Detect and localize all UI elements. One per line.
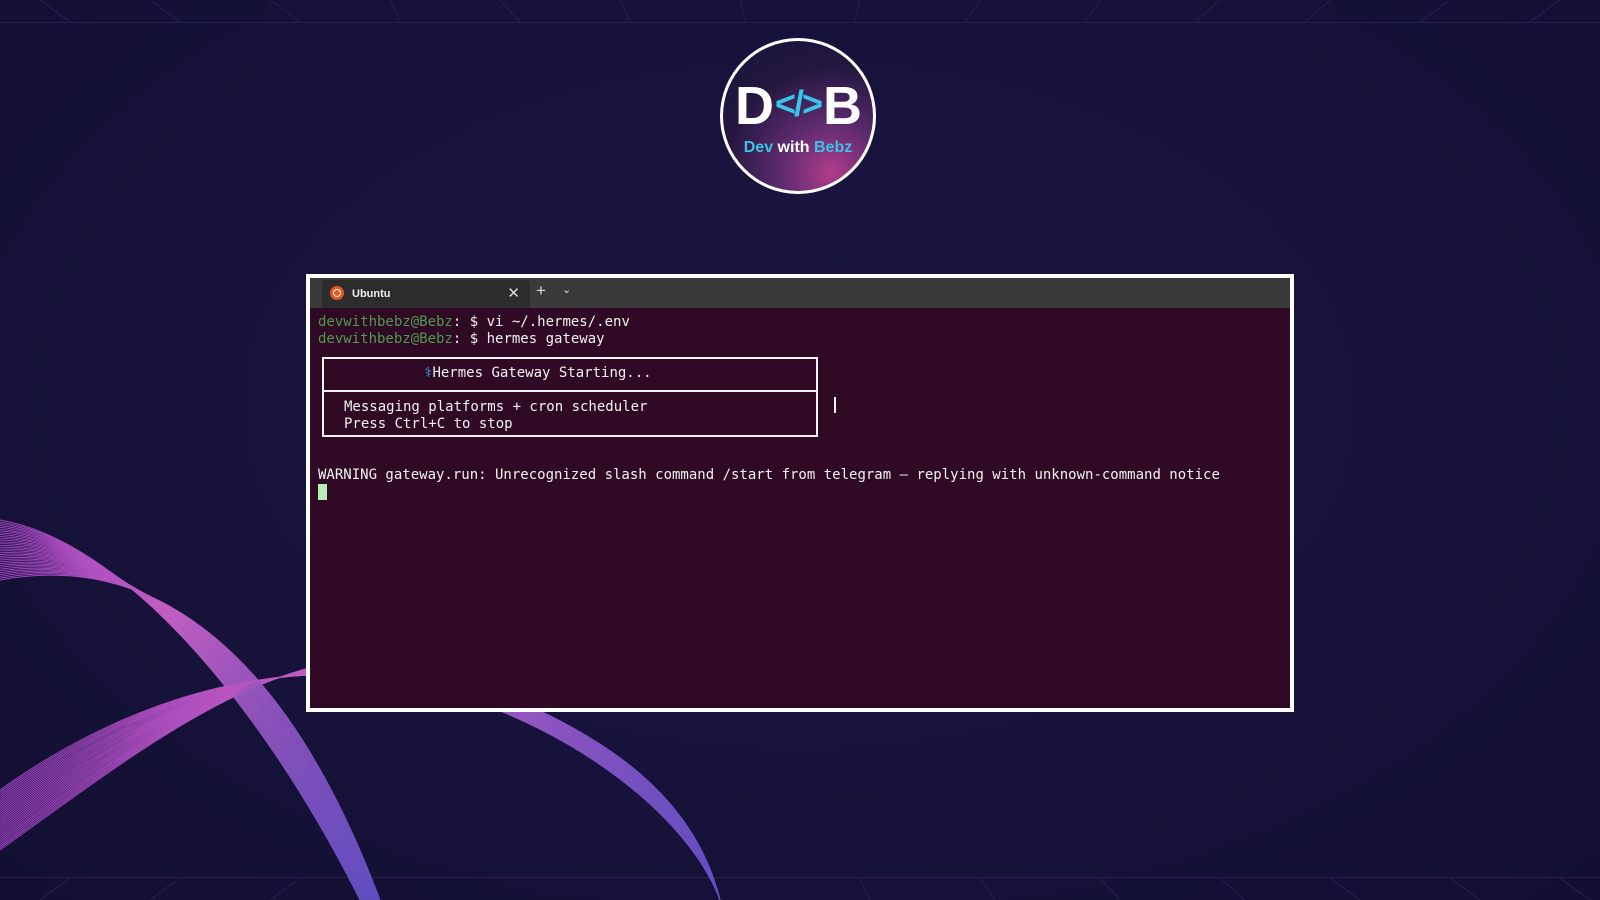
- banner-line: Messaging platforms + cron scheduler: [344, 399, 648, 415]
- render-artifact: [816, 364, 818, 380]
- logo-wordmark: Dev with Bebz: [743, 139, 853, 156]
- terminal-window[interactable]: Ubuntu ✕ + ⌄ devwithbebz@Bebz: $ vi ~/.h…: [306, 274, 1294, 712]
- terminal-cursor: [318, 484, 327, 500]
- top-decorative-stripe: [0, 0, 1600, 23]
- chevron-down-icon[interactable]: ⌄: [562, 283, 571, 296]
- terminal-output[interactable]: devwithbebz@Bebz: $ vi ~/.hermes/.env de…: [318, 314, 1282, 700]
- ubuntu-icon: [330, 286, 344, 300]
- banner-title: Hermes Gateway Starting...: [432, 365, 652, 381]
- banner-line: Press Ctrl+C to stop: [344, 415, 513, 432]
- warning-line: WARNING gateway.run: Unrecognized slash …: [318, 467, 1220, 483]
- tab-title: Ubuntu: [352, 288, 391, 300]
- new-tab-button[interactable]: +: [536, 281, 546, 301]
- terminal-titlebar: Ubuntu ✕ + ⌄: [310, 278, 1290, 308]
- logo-monogram: D</>B: [734, 76, 862, 136]
- command-line: devwithbebz@Bebz: $ vi ~/.hermes/.env: [318, 314, 630, 330]
- tab-ubuntu[interactable]: Ubuntu ✕: [322, 280, 530, 308]
- close-tab-icon[interactable]: ✕: [507, 284, 520, 302]
- code-brackets-icon: </>: [774, 83, 823, 124]
- gateway-banner: ⚕Hermes Gateway Starting... Messaging pl…: [322, 357, 836, 437]
- render-artifact: [834, 397, 836, 413]
- command-line: devwithbebz@Bebz: $ hermes gateway: [318, 330, 605, 347]
- dev-with-bebz-logo: D</>B Dev with Bebz: [720, 38, 876, 194]
